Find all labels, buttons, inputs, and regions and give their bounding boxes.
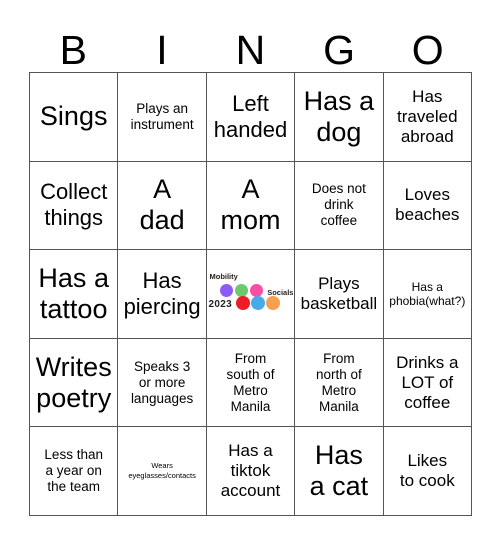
bingo-cell-label: Has a phobia(what?) bbox=[389, 279, 466, 308]
bingo-header-letter-b: B bbox=[59, 27, 87, 73]
bingo-cell-label: Wears eyeglasses/contacts bbox=[128, 461, 196, 481]
bingo-header-letter-o: O bbox=[411, 27, 444, 73]
bingo-cell-r1-c3[interactable]: Left handed bbox=[206, 73, 296, 162]
bingo-cell-r2-c1[interactable]: Collect things bbox=[30, 161, 119, 251]
bingo-cell-r3-c5[interactable]: Has a phobia(what?) bbox=[383, 250, 472, 339]
bingo-cell-free-space-logo[interactable]: Mobility Socials 2023 bbox=[206, 250, 296, 339]
bingo-header-letter-n: N bbox=[235, 27, 266, 73]
bingo-cell-label: A dad bbox=[139, 174, 185, 236]
bingo-cell-label: From north of Metro Manila bbox=[316, 350, 362, 414]
bingo-cell-r4-c5[interactable]: Drinks a LOT of coffee bbox=[383, 338, 472, 428]
bingo-cell-label: Less than a year on the team bbox=[44, 447, 103, 495]
bingo-header-letter-i: I bbox=[156, 27, 168, 73]
bingo-cell-r4-c3[interactable]: From south of Metro Manila bbox=[206, 338, 296, 428]
logo-dot-orange bbox=[266, 295, 281, 310]
bingo-cell-label: Sings bbox=[39, 101, 108, 132]
bingo-cell-r3-c1[interactable]: Has a tattoo bbox=[30, 250, 119, 339]
bingo-cell-label: Left handed bbox=[213, 90, 288, 142]
bingo-cell-r5-c1[interactable]: Less than a year on the team bbox=[30, 427, 119, 516]
bingo-cell-label: Has a tattoo bbox=[38, 262, 109, 324]
bingo-cell-r1-c1[interactable]: Sings bbox=[30, 73, 119, 162]
bingo-header-letter-g: G bbox=[323, 27, 356, 73]
bingo-cell-label: Has a cat bbox=[309, 440, 369, 502]
bingo-cell-label: Drinks a LOT of coffee bbox=[396, 352, 459, 412]
bingo-cell-r3-c4[interactable]: Plays basketball bbox=[295, 250, 384, 339]
bingo-cell-label: Plays basketball bbox=[300, 273, 378, 313]
bingo-cell-label: Has a tiktok account bbox=[220, 441, 281, 501]
bingo-cell-r5-c2[interactable]: Wears eyeglasses/contacts bbox=[118, 427, 207, 516]
bingo-cell-r3-c2[interactable]: Has piercing bbox=[118, 250, 207, 339]
mobility-socials-logo: Mobility Socials 2023 bbox=[207, 271, 293, 317]
bingo-cell-label: Has traveled abroad bbox=[397, 86, 458, 146]
bingo-cell-label: Collect things bbox=[40, 179, 108, 231]
logo-word-mobility: Mobility bbox=[209, 271, 238, 281]
bingo-cell-label: Plays an instrument bbox=[130, 100, 194, 132]
logo-word-year: 2023 bbox=[208, 298, 232, 310]
bingo-cell-r1-c4[interactable]: Has a dog bbox=[295, 73, 384, 162]
bingo-cell-r5-c4[interactable]: Has a cat bbox=[295, 427, 384, 516]
bingo-header: B I N G O bbox=[29, 12, 472, 72]
bingo-card: B I N G O Sings Plays an instrument Left h… bbox=[0, 0, 500, 544]
bingo-cell-r4-c2[interactable]: Speaks 3 or more languages bbox=[118, 338, 207, 428]
bingo-cell-label: Has piercing bbox=[123, 267, 201, 319]
bingo-cell-r5-c3[interactable]: Has a tiktok account bbox=[206, 427, 296, 516]
logo-dot-purple bbox=[220, 283, 234, 297]
bingo-cell-label: Loves beaches bbox=[395, 185, 460, 225]
bingo-cell-label: Does not drink coffee bbox=[311, 181, 366, 229]
bingo-cell-r5-c5[interactable]: Likes to cook bbox=[383, 427, 472, 516]
bingo-cell-label: Speaks 3 or more languages bbox=[130, 358, 194, 406]
bingo-cell-label: A mom bbox=[220, 174, 281, 236]
bingo-cell-r2-c5[interactable]: Loves beaches bbox=[383, 161, 472, 251]
bingo-cell-r2-c4[interactable]: Does not drink coffee bbox=[295, 161, 384, 251]
bingo-cell-r4-c4[interactable]: From north of Metro Manila bbox=[295, 338, 384, 428]
bingo-cell-r1-c5[interactable]: Has traveled abroad bbox=[383, 73, 472, 162]
bingo-cell-r1-c2[interactable]: Plays an instrument bbox=[118, 73, 207, 162]
logo-dot-red bbox=[236, 295, 251, 310]
logo-dot-blue bbox=[251, 295, 266, 310]
bingo-grid: Sings Plays an instrument Left handed Has a… bbox=[29, 72, 472, 516]
bingo-cell-label: From south of Metro Manila bbox=[226, 350, 275, 414]
bingo-cell-r2-c3[interactable]: A mom bbox=[206, 161, 296, 251]
bingo-cell-label: Writes poetry bbox=[35, 351, 112, 413]
bingo-cell-label: Likes to cook bbox=[399, 451, 455, 491]
bingo-cell-r4-c1[interactable]: Writes poetry bbox=[30, 338, 119, 428]
bingo-cell-r2-c2[interactable]: A dad bbox=[118, 161, 207, 251]
bingo-cell-label: Has a dog bbox=[303, 85, 375, 147]
